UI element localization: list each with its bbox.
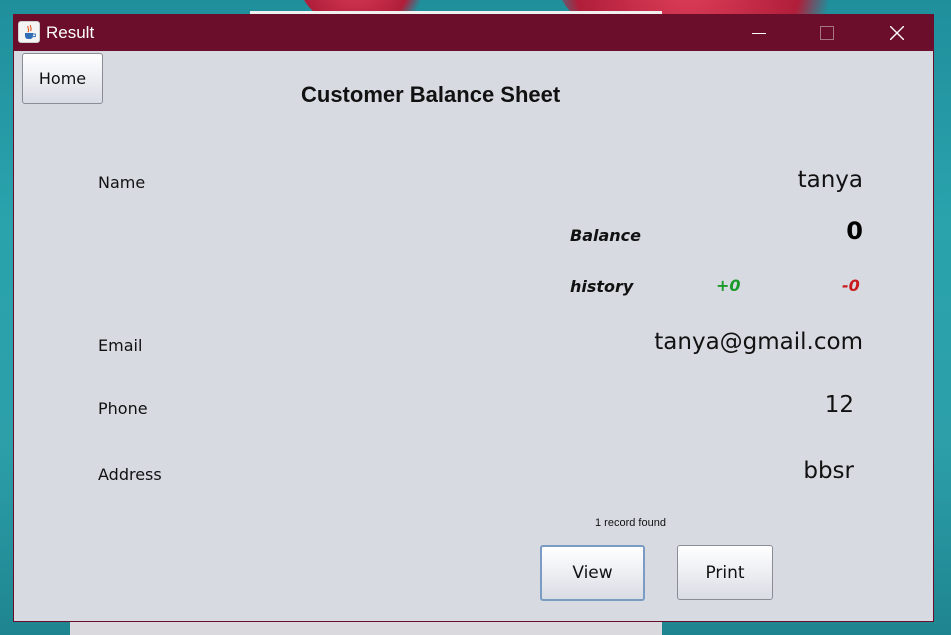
view-button[interactable]: View: [540, 545, 645, 601]
name-label: Name: [98, 173, 146, 192]
minimize-button[interactable]: [736, 15, 782, 51]
home-button[interactable]: Home: [22, 53, 103, 104]
history-debit-value: -0: [842, 276, 860, 295]
name-value: tanya: [797, 167, 863, 193]
maximize-icon: [820, 26, 834, 40]
history-label: history: [570, 277, 634, 296]
page-title: Customer Balance Sheet: [301, 82, 561, 107]
minimize-icon: [752, 33, 766, 34]
close-button[interactable]: [874, 15, 920, 51]
maximize-button[interactable]: [804, 15, 850, 51]
history-credit-value: +0: [716, 276, 741, 295]
print-button[interactable]: Print: [677, 545, 773, 600]
record-status-text: 1 record found: [595, 517, 666, 529]
background-window-edge: [70, 622, 662, 635]
balance-label: Balance: [570, 226, 641, 245]
close-icon: [890, 26, 904, 40]
title-bar[interactable]: Result: [14, 15, 933, 51]
java-cup-icon[interactable]: [18, 21, 40, 43]
window-title: Result: [46, 23, 95, 42]
email-label: Email: [98, 336, 143, 355]
phone-label: Phone: [98, 399, 148, 418]
address-value: bbsr: [803, 458, 854, 484]
result-window: Result Home Customer Balance Sheet Name …: [13, 14, 934, 622]
address-label: Address: [98, 465, 162, 484]
email-value: tanya@gmail.com: [654, 329, 863, 355]
balance-value: 0: [846, 217, 863, 245]
phone-value: 12: [824, 392, 854, 418]
